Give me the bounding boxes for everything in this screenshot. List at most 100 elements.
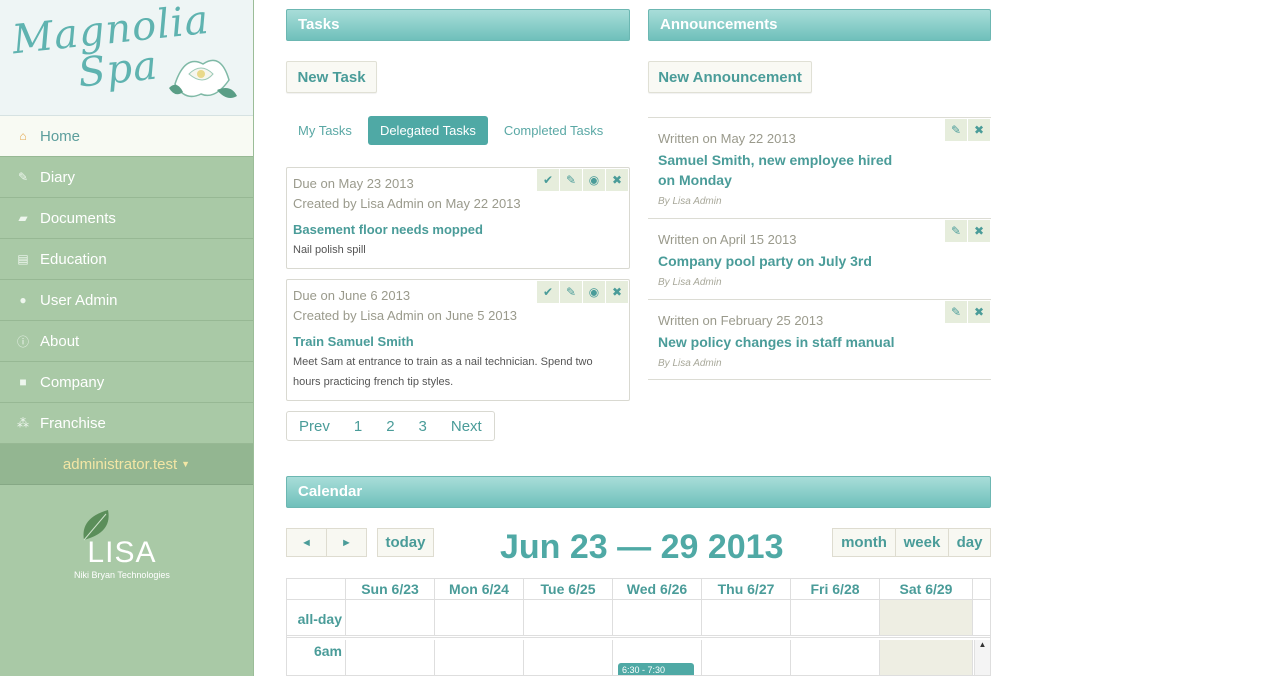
delete-announcement-button[interactable]: ✖ [968, 301, 990, 323]
allday-cell-today[interactable] [880, 600, 973, 635]
page-3-link[interactable]: 3 [407, 418, 439, 435]
check-icon: ✔ [542, 285, 554, 299]
calendar-next-button[interactable]: ► [326, 528, 367, 557]
edit-icon: ✎ [17, 170, 29, 184]
check-icon: ✔ [542, 173, 554, 187]
sitemap-icon: ⁂ [17, 416, 29, 430]
time-slot[interactable] [524, 640, 613, 675]
announcement-list: ✎ ✖ Written on May 22 2013 Samuel Smith,… [648, 117, 991, 380]
day-header-sat: Sat 6/29 [880, 579, 973, 599]
close-icon: ✖ [611, 285, 623, 299]
pencil-icon: ✎ [565, 173, 577, 187]
eye-icon: ◉ [588, 285, 600, 299]
announcement-item: ✎ ✖ Written on May 22 2013 Samuel Smith,… [648, 117, 991, 218]
allday-cell[interactable] [435, 600, 524, 635]
task-tabs: My Tasks Delegated Tasks Completed Tasks [286, 116, 619, 145]
announcement-title[interactable]: New policy changes in staff manual [658, 332, 908, 352]
sidebar-item-about[interactable]: ⓘ About [0, 321, 253, 362]
edit-announcement-button[interactable]: ✎ [945, 301, 967, 323]
time-slot-today[interactable] [880, 640, 973, 675]
edit-task-button[interactable]: ✎ [560, 281, 582, 303]
calendar-allday-row: all-day [287, 600, 990, 638]
delete-announcement-button[interactable]: ✖ [968, 119, 990, 141]
sidebar-item-education[interactable]: ▤ Education [0, 239, 253, 280]
sidebar-item-franchise[interactable]: ⁂ Franchise [0, 403, 253, 444]
caret-down-icon: ▼ [181, 459, 191, 469]
brand-name: LISA [87, 536, 157, 569]
announcements-header: Announcements [648, 9, 991, 41]
sidebar-item-documents[interactable]: ▰ Documents [0, 198, 253, 239]
tab-delegated-tasks[interactable]: Delegated Tasks [367, 116, 488, 145]
close-icon: ✖ [611, 173, 623, 187]
task-title[interactable]: Basement floor needs mopped [293, 220, 623, 240]
sidebar-item-home[interactable]: ⌂ Home [0, 116, 253, 157]
new-announcement-button[interactable]: New Announcement [648, 61, 812, 93]
pencil-icon: ✎ [950, 305, 962, 319]
edit-announcement-button[interactable]: ✎ [945, 220, 967, 242]
close-icon: ✖ [973, 305, 985, 319]
info-icon: ⓘ [16, 334, 29, 349]
next-page-link[interactable]: Next [439, 418, 494, 435]
task-created: Created by Lisa Admin on June 5 2013 [293, 308, 518, 323]
time-slot[interactable] [791, 640, 880, 675]
allday-cell[interactable] [613, 600, 702, 635]
user-icon: ● [19, 293, 27, 307]
view-week-button[interactable]: week [895, 528, 949, 557]
delete-announcement-button[interactable]: ✖ [968, 220, 990, 242]
tab-my-tasks[interactable]: My Tasks [286, 116, 364, 145]
view-day-button[interactable]: day [948, 528, 991, 557]
time-slot[interactable] [346, 640, 435, 675]
sidebar-item-label: Company [40, 373, 105, 391]
magnolia-flower-icon [169, 59, 237, 98]
task-card: ✔ ✎ ◉ ✖ Due on May 23 2013 Created by Li… [286, 167, 630, 269]
day-header-sun: Sun 6/23 [346, 579, 435, 599]
sidebar-item-label: Documents [40, 209, 116, 227]
allday-cell[interactable] [791, 600, 880, 635]
task-created: Created by Lisa Admin on May 22 2013 [293, 196, 521, 211]
allday-cell[interactable] [524, 600, 613, 635]
sidebar-item-label: About [40, 332, 80, 350]
tab-completed-tasks[interactable]: Completed Tasks [492, 116, 615, 145]
announcement-title[interactable]: Company pool party on July 3rd [658, 251, 908, 271]
time-slot[interactable] [435, 640, 524, 675]
view-month-button[interactable]: month [832, 528, 896, 557]
sidebar-item-user-admin[interactable]: ● User Admin [0, 280, 253, 321]
calendar-today-button[interactable]: today [377, 528, 434, 557]
sidebar-item-label: User Admin [40, 291, 118, 309]
calendar-grid: Sun 6/23 Mon 6/24 Tue 6/25 Wed 6/26 Thu … [286, 578, 991, 676]
allday-cell[interactable] [702, 600, 791, 635]
triangle-right-icon: ► [341, 536, 352, 549]
edit-announcement-button[interactable]: ✎ [945, 119, 967, 141]
announcement-date: Written on April 15 2013 [658, 232, 797, 247]
user-menu[interactable]: administrator.test ▼ [0, 444, 253, 485]
announcement-author: By Lisa Admin [658, 196, 722, 207]
allday-cell[interactable] [346, 600, 435, 635]
new-task-button[interactable]: New Task [286, 61, 377, 93]
pencil-icon: ✎ [950, 224, 962, 238]
task-title[interactable]: Train Samuel Smith [293, 332, 623, 352]
day-header-wed: Wed 6/26 [613, 579, 702, 599]
logo[interactable]: Magnolia Spa [0, 0, 253, 116]
complete-task-button[interactable]: ✔ [537, 281, 559, 303]
pencil-icon: ✎ [950, 123, 962, 137]
page-1-link[interactable]: 1 [342, 418, 374, 435]
delete-task-button[interactable]: ✖ [606, 281, 628, 303]
edit-task-button[interactable]: ✎ [560, 169, 582, 191]
prev-page-link[interactable]: Prev [287, 418, 342, 435]
delete-task-button[interactable]: ✖ [606, 169, 628, 191]
sidebar-item-diary[interactable]: ✎ Diary [0, 157, 253, 198]
view-task-button[interactable]: ◉ [583, 169, 605, 191]
time-slot[interactable] [702, 640, 791, 675]
task-pagination: Prev 1 2 3 Next [286, 411, 495, 441]
calendar-scrollbar[interactable]: ▲ [974, 640, 990, 675]
calendar-event[interactable]: 6:30 - 7:30 [618, 663, 694, 675]
sidebar-item-label: Franchise [40, 414, 106, 432]
brand-company: Niki Bryan Technologies [74, 570, 170, 580]
announcement-title[interactable]: Samuel Smith, new employee hired on Mond… [658, 150, 908, 190]
calendar-prev-button[interactable]: ◄ [286, 528, 327, 557]
view-task-button[interactable]: ◉ [583, 281, 605, 303]
complete-task-button[interactable]: ✔ [537, 169, 559, 191]
page-2-link[interactable]: 2 [374, 418, 406, 435]
eye-icon: ◉ [588, 173, 600, 187]
sidebar-item-company[interactable]: ■ Company [0, 362, 253, 403]
